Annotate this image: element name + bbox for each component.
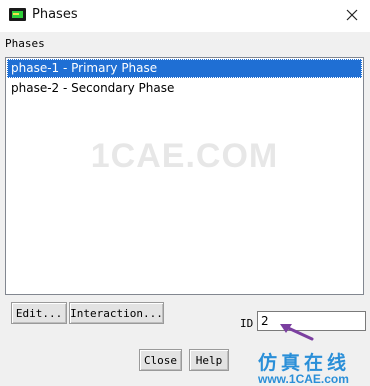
app-icon (9, 8, 26, 21)
close-window-button[interactable] (340, 4, 364, 26)
id-label: ID (240, 317, 254, 330)
interaction-button[interactable]: Interaction... (69, 302, 164, 324)
list-item-phase-1[interactable]: phase-1 - Primary Phase (7, 59, 362, 78)
close-button[interactable]: Close (139, 349, 182, 371)
watermark-url: www.1CAE.com (258, 372, 349, 386)
phases-listbox[interactable]: phase-1 - Primary Phase phase-2 - Second… (5, 57, 364, 295)
watermark-logo: 仿真在线 (258, 352, 351, 374)
annotation-arrow-icon (280, 324, 314, 341)
window-title: Phases (32, 7, 78, 22)
edit-button[interactable]: Edit... (11, 302, 67, 324)
close-icon (346, 9, 358, 21)
phases-label: Phases (5, 37, 45, 50)
help-button[interactable]: Help (189, 349, 229, 371)
dialog-body: Phases phase-1 - Primary Phase phase-2 -… (0, 32, 370, 386)
watermark-text: 1CAE.COM (90, 137, 279, 175)
title-bar: Phases (0, 0, 370, 32)
list-item-phase-2[interactable]: phase-2 - Secondary Phase (7, 79, 362, 98)
